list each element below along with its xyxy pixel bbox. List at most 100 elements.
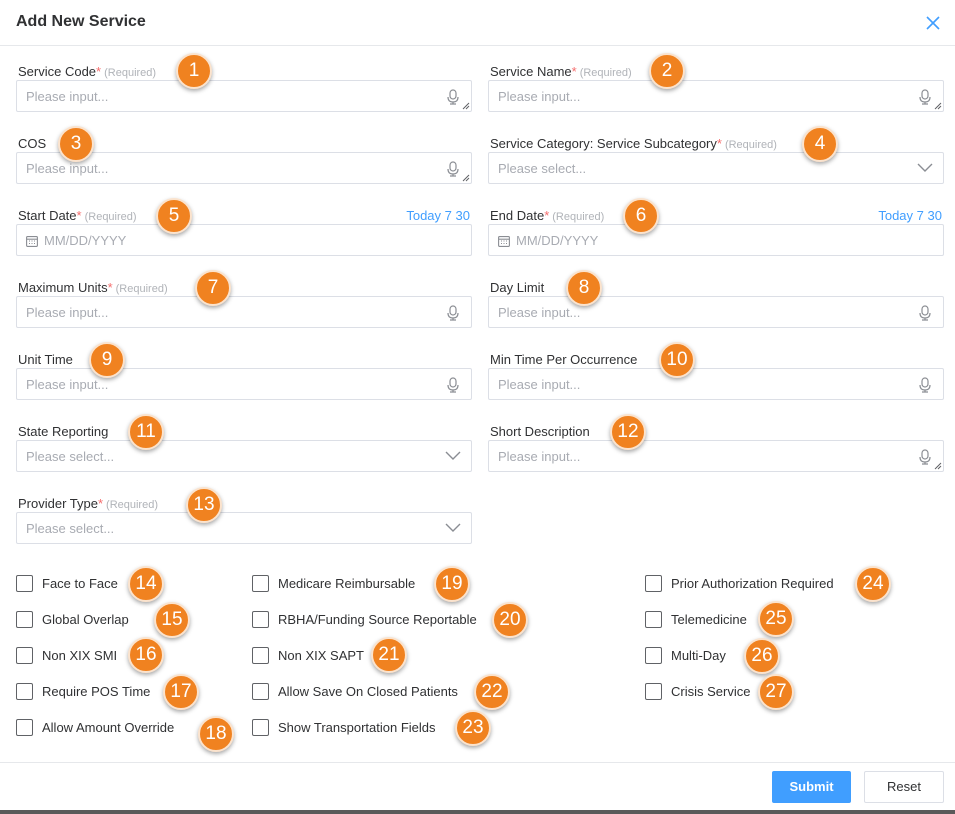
checkbox-box[interactable] <box>252 683 269 700</box>
callout-badge-26: 26 <box>744 638 780 674</box>
microphone-icon[interactable] <box>919 89 931 105</box>
callout-badge-12: 12 <box>610 414 646 450</box>
multi-day-checkbox[interactable]: Multi-Day <box>645 647 726 664</box>
rbha-funding-source-reportable-checkbox[interactable]: RBHA/Funding Source Reportable <box>252 611 477 628</box>
callout-badge-9: 9 <box>89 342 125 378</box>
telemedicine-checkbox[interactable]: Telemedicine <box>645 611 747 628</box>
today-link[interactable]: Today <box>878 208 913 223</box>
day-limit-input[interactable]: Please input... <box>488 296 944 328</box>
service-code-input[interactable]: Please input... <box>16 80 472 112</box>
resize-grip-icon[interactable] <box>934 102 942 110</box>
callout-badge-25: 25 <box>758 601 794 637</box>
start-date-label: Start Date* (Required) <box>18 208 137 223</box>
today-link[interactable]: Today <box>406 208 441 223</box>
dialog-title: Add New Service <box>16 13 146 30</box>
checkbox-label: Crisis Service <box>671 684 751 699</box>
global-overlap-checkbox[interactable]: Global Overlap <box>16 611 129 628</box>
callout-badge-5: 5 <box>156 198 192 234</box>
callout-badge-10: 10 <box>659 342 695 378</box>
resize-grip-icon[interactable] <box>934 462 942 470</box>
service-category-select[interactable]: Please select... <box>488 152 944 184</box>
crisis-service-checkbox[interactable]: Crisis Service <box>645 683 750 700</box>
non-xix-sapt-checkbox[interactable]: Non XIX SAPT <box>252 647 364 664</box>
medicare-reimbursable-checkbox[interactable]: Medicare Reimbursable <box>252 575 415 592</box>
checkbox-label: Require POS Time <box>42 684 151 699</box>
reset-button[interactable]: Reset <box>864 771 944 803</box>
short-description-input[interactable]: Please input... <box>488 440 944 472</box>
days-7-link[interactable]: 7 <box>917 208 924 223</box>
microphone-icon[interactable] <box>919 449 931 465</box>
non-xix-smi-checkbox[interactable]: Non XIX SMI <box>16 647 117 664</box>
unit-time-input[interactable]: Please input... <box>16 368 472 400</box>
prior-authorization-required-checkbox[interactable]: Prior Authorization Required <box>645 575 834 592</box>
callout-badge-1: 1 <box>176 53 212 89</box>
callout-badge-27: 27 <box>758 674 794 710</box>
start-date-input[interactable]: MM/DD/YYYY <box>16 224 472 256</box>
submit-button[interactable]: Submit <box>772 771 851 803</box>
checkbox-box[interactable] <box>252 611 269 628</box>
callout-badge-6: 6 <box>623 198 659 234</box>
provider-type-select[interactable]: Please select... <box>16 512 472 544</box>
footer-divider <box>0 762 955 763</box>
checkbox-box[interactable] <box>252 647 269 664</box>
callout-badge-22: 22 <box>474 674 510 710</box>
callout-badge-8: 8 <box>566 270 602 306</box>
maximum-units-input[interactable]: Please input... <box>16 296 472 328</box>
checkbox-label: Show Transportation Fields <box>278 720 436 735</box>
checkbox-box[interactable] <box>16 683 33 700</box>
resize-grip-icon[interactable] <box>462 174 470 182</box>
microphone-icon[interactable] <box>447 89 459 105</box>
unit-time-label: Unit Time <box>18 352 73 367</box>
checkbox-box[interactable] <box>645 683 662 700</box>
microphone-icon[interactable] <box>447 377 459 393</box>
checkbox-label: Telemedicine <box>671 612 747 627</box>
checkbox-box[interactable] <box>16 575 33 592</box>
checkbox-box[interactable] <box>645 647 662 664</box>
checkbox-label: Medicare Reimbursable <box>278 576 416 591</box>
checkbox-box[interactable] <box>16 647 33 664</box>
min-time-label: Min Time Per Occurrence <box>490 352 638 367</box>
state-reporting-select[interactable]: Please select... <box>16 440 472 472</box>
provider-type-label: Provider Type* (Required) <box>18 496 158 511</box>
callout-badge-13: 13 <box>186 487 222 523</box>
service-name-input[interactable]: Please input... <box>488 80 944 112</box>
close-icon[interactable] <box>924 14 942 32</box>
checkbox-box[interactable] <box>252 575 269 592</box>
service-category-label: Service Category: Service Subcategory* (R… <box>490 136 777 151</box>
show-transportation-fields-checkbox[interactable]: Show Transportation Fields <box>252 719 436 736</box>
microphone-icon[interactable] <box>919 377 931 393</box>
checkbox-label: Non XIX SMI <box>42 648 118 663</box>
microphone-icon[interactable] <box>447 161 459 177</box>
checkbox-label: Multi-Day <box>671 648 726 663</box>
state-reporting-label: State Reporting <box>18 424 109 439</box>
resize-grip-icon[interactable] <box>462 102 470 110</box>
checkbox-box[interactable] <box>16 611 33 628</box>
service-name-label: Service Name* (Required) <box>490 64 632 79</box>
callout-badge-19: 19 <box>434 566 470 602</box>
days-30-link[interactable]: 30 <box>928 208 942 223</box>
add-service-dialog: Add New Service Service Code* (Required) … <box>0 0 955 810</box>
microphone-icon[interactable] <box>447 305 459 321</box>
allow-save-on-closed-patients-checkbox[interactable]: Allow Save On Closed Patients <box>252 683 458 700</box>
end-date-shortcuts: Today 7 30 <box>878 208 942 223</box>
checkbox-label: Face to Face <box>42 576 118 591</box>
maximum-units-label: Maximum Units* (Required) <box>18 280 168 295</box>
start-date-shortcuts: Today 7 30 <box>406 208 470 223</box>
checkbox-box[interactable] <box>645 575 662 592</box>
microphone-icon[interactable] <box>919 305 931 321</box>
callout-badge-3: 3 <box>58 126 94 162</box>
end-date-input[interactable]: MM/DD/YYYY <box>488 224 944 256</box>
require-pos-time-checkbox[interactable]: Require POS Time <box>16 683 150 700</box>
face-to-face-checkbox[interactable]: Face to Face <box>16 575 118 592</box>
days-30-link[interactable]: 30 <box>456 208 470 223</box>
checkbox-box[interactable] <box>16 719 33 736</box>
end-date-label: End Date* (Required) <box>490 208 605 223</box>
days-7-link[interactable]: 7 <box>445 208 452 223</box>
checkbox-label: Allow Amount Override <box>42 720 175 735</box>
calendar-icon <box>498 236 510 247</box>
min-time-input[interactable]: Please input... <box>488 368 944 400</box>
checkbox-box[interactable] <box>252 719 269 736</box>
day-limit-label: Day Limit <box>490 280 545 295</box>
allow-amount-override-checkbox[interactable]: Allow Amount Override <box>16 719 174 736</box>
checkbox-box[interactable] <box>645 611 662 628</box>
